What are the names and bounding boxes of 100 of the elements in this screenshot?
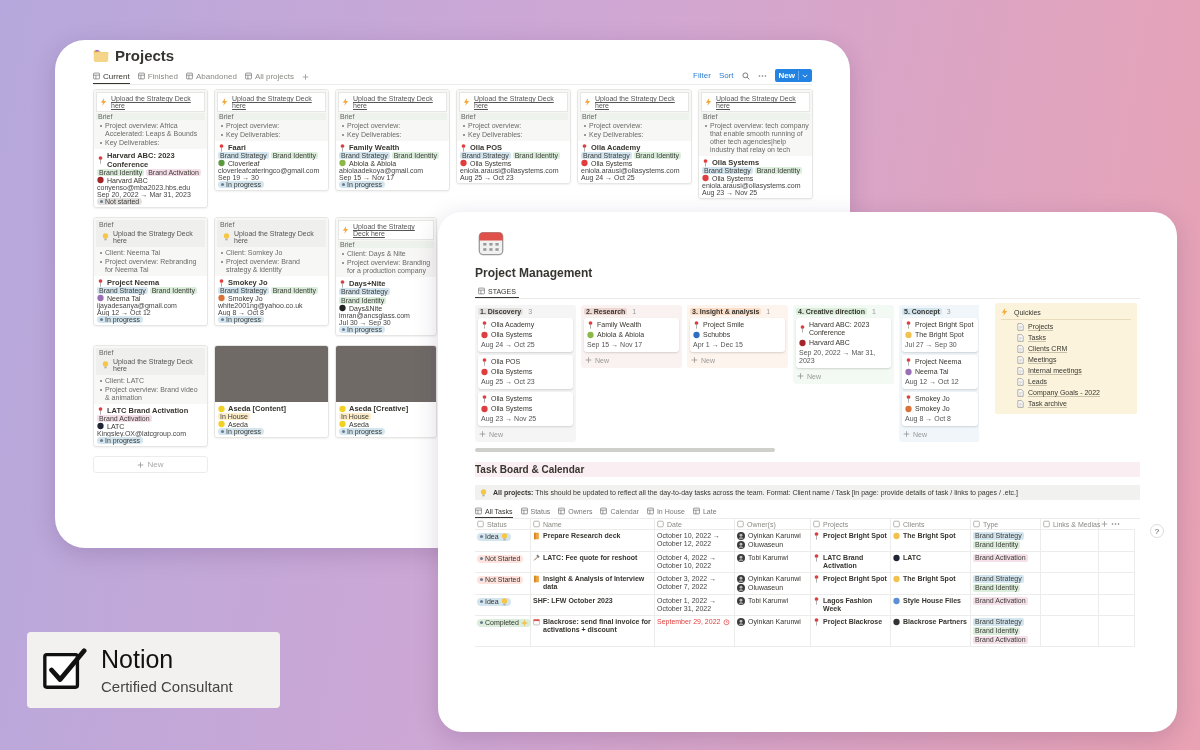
view-tab[interactable]: Abandoned [185,69,237,84]
add-view-icon[interactable] [302,72,309,81]
lightbulb-icon [102,361,109,369]
table-icon [478,287,485,295]
table-icon [600,507,608,515]
page-icon [1017,378,1024,386]
plus-icon [903,430,910,438]
sort-button[interactable]: Sort [718,71,734,80]
lightning-icon [100,98,107,106]
property-icon [1043,520,1050,528]
project-card[interactable] [93,89,208,208]
lightning-icon [463,98,470,106]
pin-icon [339,143,346,152]
page-icon [1017,345,1024,353]
view-tab[interactable]: Current [93,69,130,84]
page-icon [1017,389,1024,397]
page-icon [1017,356,1024,364]
table-icon [244,72,252,80]
horizontal-scrollbar[interactable] [475,448,775,452]
pin-icon [218,143,225,152]
plus-icon [691,356,698,364]
filter-button[interactable]: Filter [693,71,711,80]
page-icon [1017,400,1024,408]
pin-icon [97,156,104,164]
pin-icon [799,325,806,333]
badge-subtitle: Certified Consultant [101,678,233,695]
lightning-icon [221,98,228,106]
plus-icon [137,460,145,469]
calendar-icon [478,230,504,256]
alarm-clock-icon [723,618,731,626]
folder-icon [93,47,109,63]
lightning-icon [1001,308,1008,316]
pin-icon [460,143,467,152]
brand-name: Notion [101,645,175,674]
search-icon[interactable] [741,71,750,80]
property-icon [737,520,744,528]
book-icon [533,532,540,540]
pin-icon [339,279,346,288]
pin-icon [587,321,594,329]
plus-icon [797,372,804,380]
caret-icon [802,73,808,78]
lightbulb-icon [480,488,487,497]
table-icon [475,507,482,515]
book-icon [533,575,540,583]
table-icon [646,507,654,515]
pin-icon [581,143,588,152]
more-icon[interactable] [757,73,767,78]
pin-icon [905,395,912,403]
table-icon [185,72,193,80]
pin-icon [813,532,820,540]
lightbulb-icon [500,532,508,541]
view-tab[interactable]: Finished [137,69,178,84]
property-icon [893,520,900,528]
project-card[interactable] [93,217,208,326]
page-icon [1017,323,1024,331]
property-icon [657,520,664,528]
pin-icon [813,575,820,583]
lightbulb-icon [102,233,109,241]
view-tab[interactable]: All projects [244,69,294,84]
table-icon [520,507,528,515]
avatar-icon [737,618,745,626]
sparkle-icon [520,618,528,627]
property-icon [813,520,820,528]
lightning-icon [342,226,349,234]
pin-icon [218,278,225,287]
table-icon [93,72,100,80]
calendar-icon [533,618,540,626]
page-title: Project Management [475,266,594,280]
page-icon [1017,367,1024,375]
lightning-icon [584,98,591,106]
project-card[interactable] [335,217,437,336]
page-icon [1017,334,1024,342]
lightning-icon [342,98,349,106]
property-icon [973,520,980,528]
new-button[interactable]: New [774,69,812,82]
hammer-icon [533,554,540,562]
pin-icon [481,321,488,329]
pin-icon [97,406,104,415]
lightning-icon [705,98,712,106]
plus-icon [585,356,592,364]
client-logo-icon [339,404,346,413]
table-icon [692,507,700,515]
pin-icon [813,597,820,605]
pin-icon [905,321,912,329]
lightbulb-icon [500,597,508,606]
client-logo-icon [218,404,225,413]
project-card[interactable] [698,89,813,199]
pin-icon [481,395,488,403]
section-heading: Task Board & Calendar [475,462,1140,477]
avatar-icon [737,554,745,562]
table-icon [558,507,566,515]
avatar-icon [737,597,745,605]
pin-icon [481,358,488,366]
table-icon [137,72,145,80]
plus-icon [479,430,486,438]
page-title: Projects [115,46,175,64]
add-column-icon[interactable] [1101,520,1108,528]
lightbulb-icon [223,233,230,241]
pin-icon [97,278,104,287]
pin-icon [905,358,912,366]
